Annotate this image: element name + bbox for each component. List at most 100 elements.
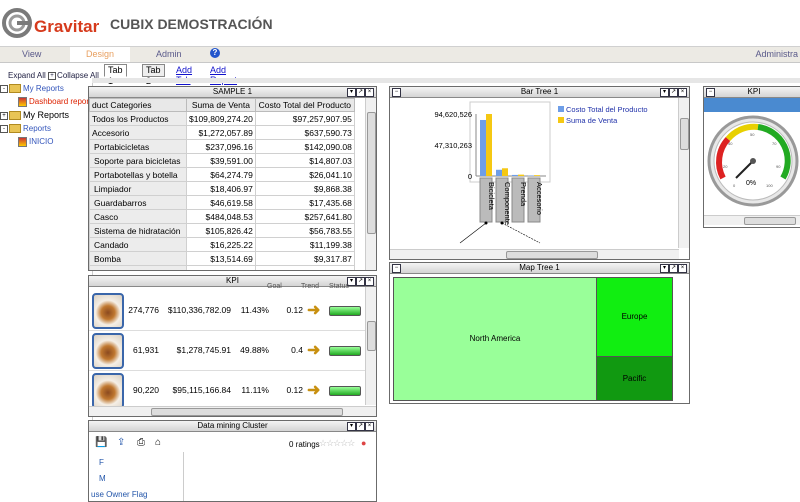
table-row[interactable]: Accesorio$1,272,057.89$637,590.73 [90, 126, 355, 140]
column-header[interactable]: Suma de Venta [187, 99, 256, 112]
table-row[interactable]: Portabicicletas$237,096.16$142,090.08 [90, 140, 355, 154]
tree-item-reports[interactable]: -Reports [0, 124, 51, 133]
star-rating-icon[interactable]: ☆☆☆☆☆ [319, 438, 354, 449]
panel-close-icon[interactable]: × [365, 422, 374, 431]
scroll-thumb[interactable] [151, 408, 343, 416]
table-row[interactable]: 274,776$110,336,782.0911.43%0.12➜ [89, 290, 365, 331]
table-row[interactable]: Limpiador$18,406.97$9,868.38 [90, 182, 355, 196]
value-cell: $11,199.38 [255, 238, 354, 252]
row-category-cell: Soporte para bicicletas [90, 154, 187, 168]
table-row[interactable]: 90,220$95,115,166.8411.11%0.12➜ [89, 370, 365, 411]
table-row[interactable]: Guardabarros$46,619.58$17,435.68 [90, 196, 355, 210]
save-icon[interactable]: 💾 [95, 437, 107, 448]
map-tree-panel: − Map Tree 1 ▾ ↗ × North America Europe … [389, 262, 690, 404]
tab-content-border [92, 78, 800, 83]
column-header: Trend [301, 283, 319, 290]
tab-1[interactable]: Tab 1 [104, 64, 127, 77]
table-row[interactable]: Todos los Productos$109,809,274.20$97,25… [90, 112, 355, 126]
value-cell: $1,272,057.89 [187, 126, 256, 140]
table-row[interactable]: Soporte para bicicletas$39,591.00$14,807… [90, 154, 355, 168]
scroll-thumb[interactable] [680, 118, 689, 150]
panel-maximize-icon[interactable]: ↗ [356, 88, 365, 97]
rating-pin-icon[interactable]: ● [361, 438, 366, 448]
table-row[interactable]: Sistema de hidratación$105,826.42$56,783… [90, 224, 355, 238]
panel-minimize-icon[interactable]: − [392, 88, 401, 97]
table-row[interactable]: Cubierta y cámara$246,454.53$92,405.85 [90, 266, 355, 272]
panel-dropdown-icon[interactable]: ▾ [347, 422, 356, 431]
report-tree-sidebar: Expand All +Collapse All -My Reports Das… [0, 66, 92, 492]
panel-close-icon[interactable]: × [678, 88, 687, 97]
list-item[interactable]: M [99, 474, 106, 483]
menu-design[interactable]: Design [70, 47, 130, 62]
scroll-thumb[interactable] [367, 321, 376, 351]
report-icon [18, 97, 27, 107]
menu-administration[interactable]: Administra [755, 49, 798, 59]
table-row[interactable]: Portabotellas y botella$64,274.79$26,041… [90, 168, 355, 182]
bar-tree-vertical-scrollbar[interactable] [678, 98, 689, 248]
tree-toggle-icon: - [0, 125, 8, 133]
kpi-vertical-scrollbar[interactable] [365, 287, 376, 405]
gauge-horizontal-scrollbar[interactable] [704, 215, 800, 225]
trend-arrow-icon: ➜ [307, 300, 320, 320]
table-row[interactable]: Candado$16,225.22$11,199.38 [90, 238, 355, 252]
kpi-horizontal-scrollbar[interactable] [89, 406, 376, 416]
panel-dropdown-icon[interactable]: ▾ [660, 264, 669, 273]
column-header[interactable]: Costo Total del Producto [255, 99, 354, 112]
value-cell: $13,514.69 [187, 252, 256, 266]
tree-connector [502, 223, 540, 243]
tree-toggle-icon: + [0, 112, 8, 120]
value-cell: $246,454.53 [187, 266, 256, 272]
column-header[interactable]: duct Categories [90, 99, 187, 112]
row-category-cell: Sistema de hidratación [90, 224, 187, 238]
panel-dropdown-icon[interactable]: ▾ [660, 88, 669, 97]
map-region-north-america[interactable]: North America [393, 277, 597, 401]
export-icon[interactable]: ⇪ [117, 437, 125, 448]
tree-item-my-reports-1[interactable]: -My Reports [0, 84, 64, 93]
sample-vertical-scrollbar[interactable] [365, 98, 376, 270]
map-region-europe[interactable]: Europe [596, 277, 673, 357]
menu-view[interactable]: View [22, 49, 41, 59]
panel-close-icon[interactable]: × [365, 88, 374, 97]
table-row[interactable]: 61,931$1,278,745.9149.88%0.4➜ [89, 330, 365, 371]
panel-maximize-icon[interactable]: ↗ [356, 422, 365, 431]
help-icon[interactable]: ? [210, 48, 220, 58]
bar-tree-chart: 94,620,52647,310,2630BicicletaComponente… [390, 98, 675, 248]
panel-maximize-icon[interactable]: ↗ [669, 264, 678, 273]
panel-minimize-icon[interactable]: − [392, 264, 401, 273]
scroll-thumb[interactable] [506, 251, 598, 259]
row-category-cell: Casco [90, 210, 187, 224]
trend-arrow-icon: ➜ [307, 380, 320, 400]
panel-close-icon[interactable]: × [678, 264, 687, 273]
tree-node [485, 222, 488, 225]
menu-admin[interactable]: Admin [156, 49, 182, 59]
gauge-dial: 0% 0 20 40 50 70 90 100 [706, 111, 800, 211]
expand-all-link[interactable]: Expand All [8, 71, 46, 80]
tree-item-inicio[interactable]: INICIO [18, 137, 53, 147]
kpi-value-cell: 0.12 [273, 305, 303, 315]
preview-icon[interactable]: ⌂ [155, 437, 161, 448]
list-item[interactable]: use Owner Flag [91, 490, 147, 499]
panel-minimize-icon[interactable]: − [706, 88, 715, 97]
tree-node [501, 222, 504, 225]
map-tree-title: − Map Tree 1 ▾ ↗ × [390, 263, 689, 274]
kpi-value-cell: 61,931 [127, 345, 159, 355]
value-cell: $142,090.08 [255, 140, 354, 154]
table-row[interactable]: Bomba$13,514.69$9,317.87 [90, 252, 355, 266]
sample-panel-title: SAMPLE 1 ▾ ↗ × [89, 87, 376, 98]
panel-close-icon[interactable]: × [365, 277, 374, 286]
bar-tree-horizontal-scrollbar[interactable] [390, 249, 679, 259]
panel-maximize-icon[interactable]: ↗ [669, 88, 678, 97]
tree-item-my-reports-2[interactable]: +My Reports [0, 110, 69, 120]
panel-maximize-icon[interactable]: ↗ [356, 277, 365, 286]
value-cell: $14,807.03 [255, 154, 354, 168]
scroll-thumb[interactable] [367, 112, 376, 234]
panel-dropdown-icon[interactable]: ▾ [347, 88, 356, 97]
scroll-thumb[interactable] [744, 217, 796, 225]
map-region-pacific[interactable]: Pacific [596, 356, 673, 401]
tab-2[interactable]: Tab 2 [142, 64, 165, 77]
list-item[interactable]: F [99, 458, 104, 467]
print-icon[interactable]: ⎙ [137, 437, 145, 448]
logo-text: Gravitar [34, 17, 99, 37]
table-row[interactable]: Casco$484,048.53$257,641.80 [90, 210, 355, 224]
tree-item-dashboard-report[interactable]: Dashboard report [18, 97, 91, 107]
